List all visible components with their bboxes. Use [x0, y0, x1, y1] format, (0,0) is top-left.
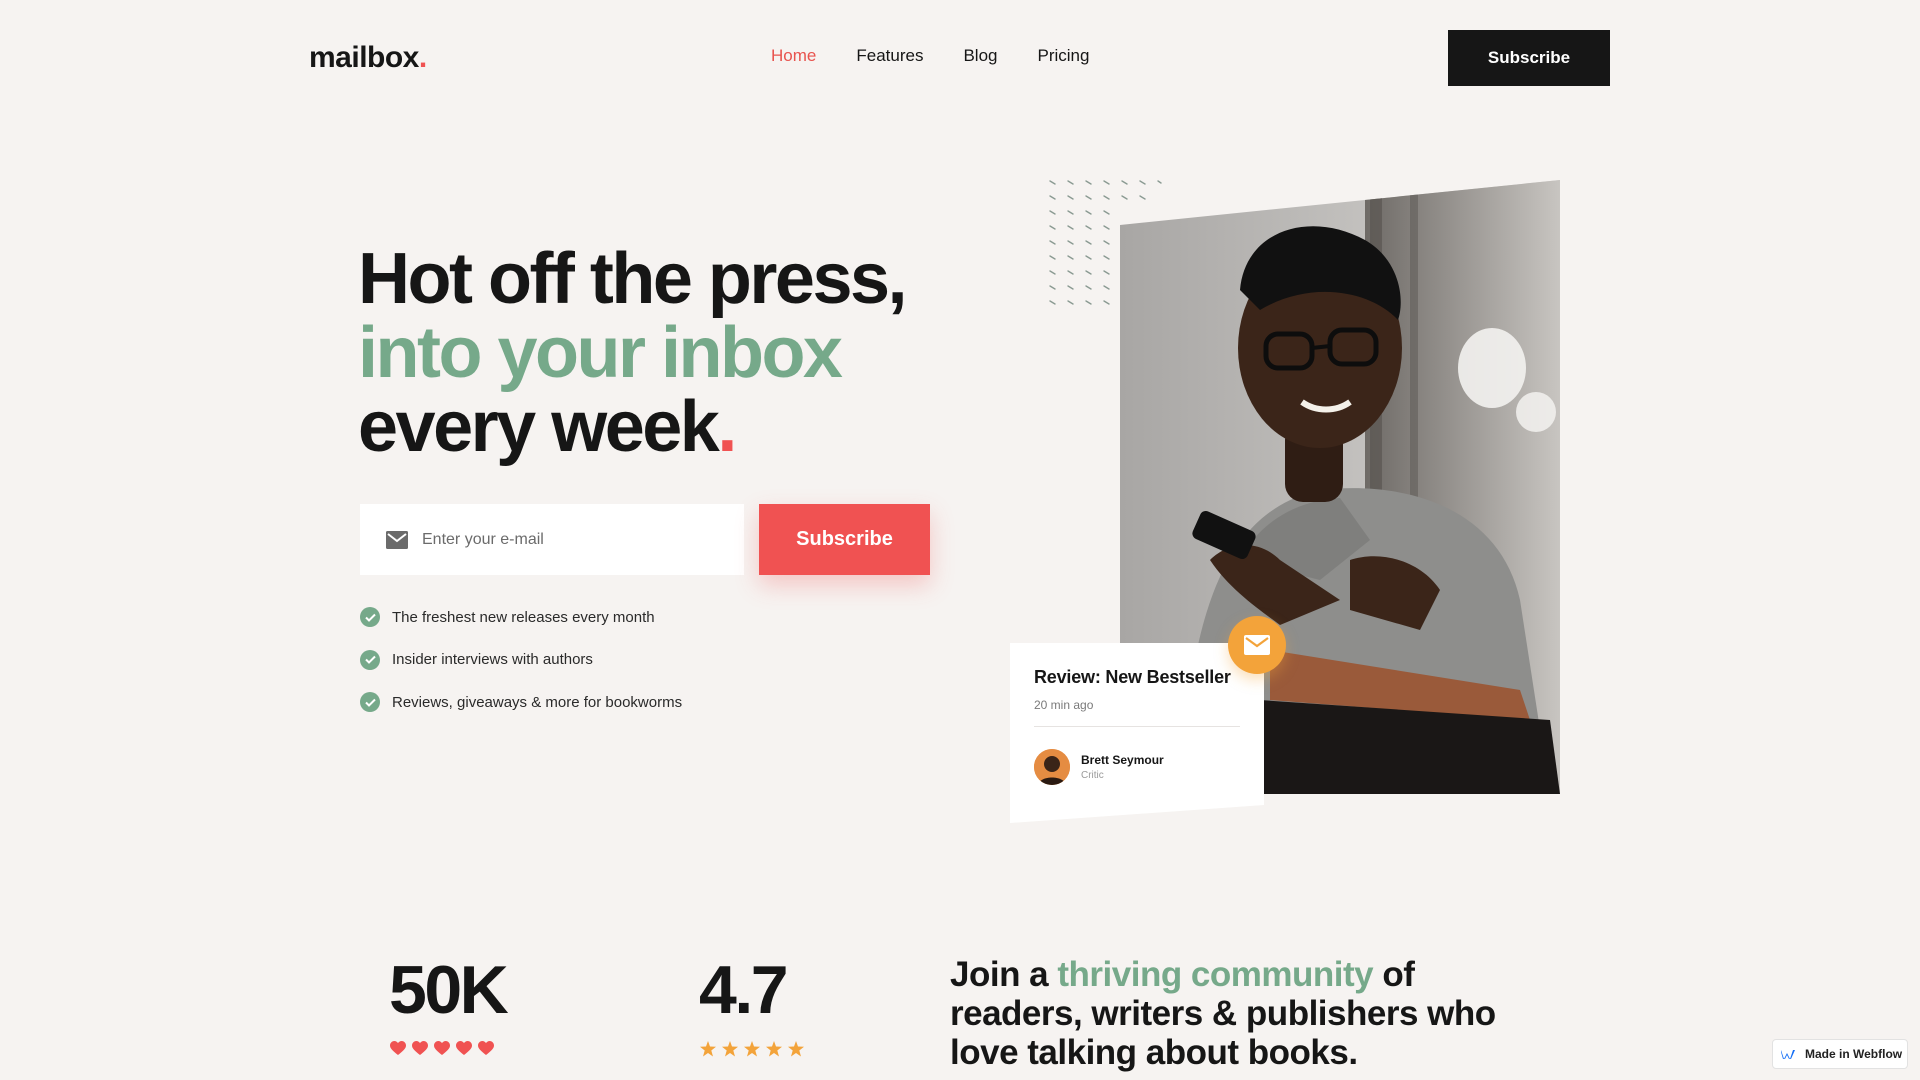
check-icon — [360, 607, 380, 627]
subscribers-stat: 50K — [389, 952, 509, 1028]
hero-title: Hot off the press, into your inbox every… — [358, 239, 908, 464]
author-role: Critic — [1081, 770, 1104, 781]
author-name: Brett Seymour — [1081, 753, 1164, 767]
email-input[interactable] — [422, 530, 722, 549]
star-rating — [700, 1041, 804, 1057]
star-icon — [744, 1041, 760, 1057]
webflow-badge-text: Made in Webflow — [1805, 1047, 1903, 1061]
webflow-logo-icon — [1781, 1049, 1795, 1059]
logo-dot: . — [418, 41, 427, 74]
rating-stat: 4.7 — [699, 952, 789, 1028]
heart-icon — [434, 1041, 450, 1055]
email-field[interactable] — [360, 504, 744, 575]
mail-icon — [1244, 635, 1270, 655]
logo-text: mailbox — [309, 41, 419, 74]
nav-link-blog[interactable]: Blog — [963, 46, 997, 66]
hero-subscribe-button[interactable]: Subscribe — [759, 504, 930, 575]
review-title: Review: New Bestseller — [1034, 667, 1231, 687]
community-heading: Join a thriving community of readers, wr… — [950, 955, 1510, 1072]
heart-icon — [478, 1041, 494, 1055]
review-time: 20 min ago — [1034, 698, 1094, 712]
mail-badge — [1228, 616, 1286, 674]
logo[interactable]: mailbox. — [309, 41, 427, 75]
nav-link-features[interactable]: Features — [856, 46, 923, 66]
avatar — [1034, 749, 1070, 785]
envelope-icon — [386, 530, 408, 549]
star-icon — [766, 1041, 782, 1057]
community-prefix: Join a — [950, 955, 1058, 994]
star-icon — [722, 1041, 738, 1057]
feature-text: Insider interviews with authors — [392, 651, 593, 668]
feature-text: Reviews, giveaways & more for bookworms — [392, 693, 683, 711]
feature-list: The freshest new releases every month In… — [360, 607, 682, 735]
community-highlight: thriving community — [1057, 955, 1374, 994]
heart-rating — [390, 1041, 494, 1057]
heart-icon — [456, 1041, 472, 1055]
review-author: Brett Seymour Critic — [1034, 749, 1240, 785]
nav-links: Home Features Blog Pricing — [771, 46, 1089, 66]
nav-link-home[interactable]: Home — [771, 46, 816, 66]
hero-title-line-2: into your inbox — [358, 313, 843, 393]
star-icon — [700, 1041, 716, 1057]
hero-title-line-3: every week. — [358, 390, 905, 464]
hero-title-line-1: Hot off the press, — [358, 239, 908, 319]
review-card[interactable]: Review: New Bestseller 20 min ago Brett … — [1010, 643, 1264, 823]
feature-item: The freshest new releases every month — [360, 607, 682, 627]
feature-text: The freshest new releases every month — [392, 608, 655, 626]
check-icon — [360, 649, 380, 670]
review-divider — [1034, 726, 1240, 727]
nav-subscribe-button[interactable]: Subscribe — [1448, 30, 1610, 86]
feature-item: Reviews, giveaways & more for bookworms — [360, 692, 682, 712]
webflow-badge[interactable]: Made in Webflow — [1772, 1039, 1908, 1069]
navbar: mailbox. Home Features Blog Pricing Subs… — [0, 0, 1920, 118]
check-icon — [360, 692, 380, 712]
star-icon — [788, 1041, 804, 1057]
hero-title-line-3-text: every week — [358, 387, 720, 467]
feature-item: Insider interviews with authors — [360, 649, 682, 670]
heart-icon — [390, 1041, 406, 1055]
nav-link-pricing[interactable]: Pricing — [1037, 46, 1089, 66]
heart-icon — [412, 1041, 428, 1055]
hero-title-dot: . — [717, 387, 737, 467]
